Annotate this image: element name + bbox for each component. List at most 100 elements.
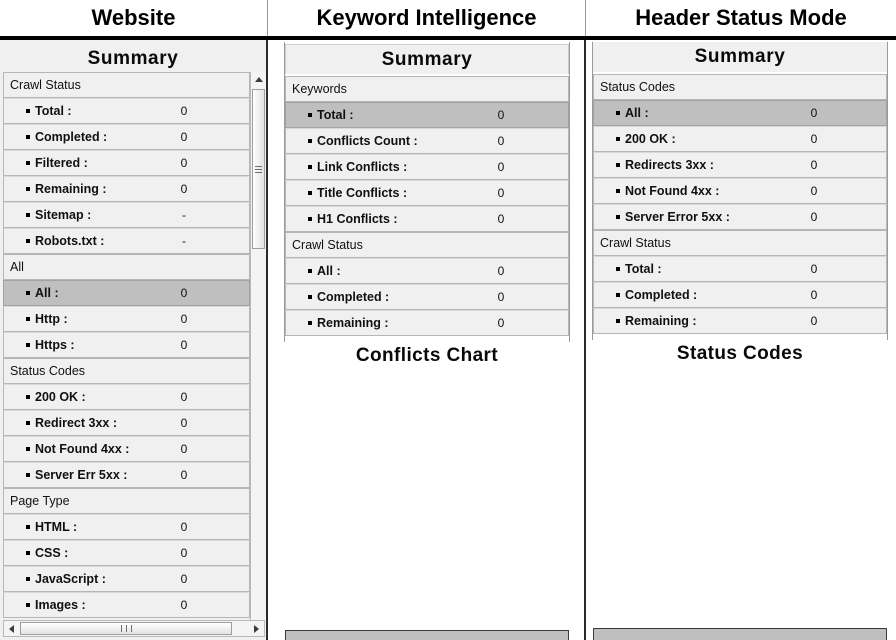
summary-item-row[interactable]: Https : 0 (3, 332, 250, 358)
summary-row-value: 0 (810, 314, 818, 328)
bullet-icon (308, 268, 312, 273)
summary-item-row[interactable]: Sitemap : - (3, 202, 250, 228)
summary-item-row[interactable]: Completed : 0 (3, 124, 250, 150)
summary-row-value: 0 (180, 338, 188, 352)
bullet-icon (616, 266, 620, 271)
summary-item-row[interactable]: Link Conflicts : 0 (285, 154, 569, 180)
summary-group-row[interactable]: Status Codes (3, 358, 250, 384)
summary-row-value: 0 (180, 104, 188, 118)
panel-title-strip: Website Keyword Intelligence Header Stat… (0, 0, 896, 40)
summary-item-row[interactable]: Total : 0 (285, 102, 569, 128)
summary-row-value: 0 (810, 106, 818, 120)
summary-item-row[interactable]: Server Error 5xx : 0 (593, 204, 887, 230)
summary-row-value: 0 (810, 184, 818, 198)
summary-item-row[interactable]: All : 0 (593, 100, 887, 126)
status-codes-chart-area[interactable]: No Data for Display (593, 628, 887, 640)
summary-row-value: 0 (180, 182, 188, 196)
summary-item-row[interactable]: Remaining : 0 (285, 310, 569, 336)
summary-row-label: Images : (4, 598, 86, 612)
divider (887, 42, 888, 340)
summary-row-label: Total : (4, 104, 72, 118)
summary-item-row[interactable]: Http : 0 (3, 306, 250, 332)
bullet-icon (308, 138, 312, 143)
website-horizontal-scrollbar[interactable] (3, 620, 265, 637)
summary-item-row[interactable]: 200 OK : 0 (593, 126, 887, 152)
bullet-icon (26, 602, 30, 607)
summary-row-label: CSS : (4, 546, 68, 560)
summary-row-label: Filtered : (4, 156, 88, 170)
bullet-icon (26, 212, 30, 217)
summary-row-label: 200 OK : (594, 132, 676, 146)
conflicts-chart-area[interactable]: No Data for Display (285, 630, 569, 640)
summary-group-row[interactable]: Crawl Status (593, 230, 887, 256)
summary-row-label: JavaScript : (4, 572, 106, 586)
summary-row-label: Link Conflicts : (286, 160, 407, 174)
summary-item-row[interactable]: Redirects 3xx : 0 (593, 152, 887, 178)
summary-row-label: Status Codes (600, 80, 676, 94)
summary-row-value: 0 (180, 312, 188, 326)
summary-item-row[interactable]: Filtered : 0 (3, 150, 250, 176)
summary-group-row[interactable]: Status Codes (593, 74, 887, 100)
summary-row-label: Not Found 4xx : (4, 442, 129, 456)
summary-row-label: Redirect 3xx : (4, 416, 117, 430)
summary-row-label: Remaining : (4, 182, 107, 196)
bullet-icon (26, 472, 30, 477)
bullet-icon (616, 136, 620, 141)
summary-item-row[interactable]: Remaining : 0 (593, 308, 887, 334)
bullet-icon (26, 160, 30, 165)
status-summary-heading: Summary (593, 42, 887, 72)
bullet-icon (26, 316, 30, 321)
summary-item-row[interactable]: Completed : 0 (593, 282, 887, 308)
scroll-left-button[interactable] (4, 621, 19, 636)
website-vertical-scrollbar[interactable] (250, 72, 266, 634)
summary-item-row[interactable]: Total : 0 (593, 256, 887, 282)
keyword-summary-heading: Summary (285, 44, 569, 74)
triangle-left-icon (9, 624, 14, 633)
summary-item-row[interactable]: Redirect 3xx : 0 (3, 410, 250, 436)
summary-item-row[interactable]: All : 0 (3, 280, 250, 306)
summary-item-row[interactable]: Title Conflicts : 0 (285, 180, 569, 206)
scroll-up-button[interactable] (251, 72, 266, 87)
summary-item-row[interactable]: Robots.txt : - (3, 228, 250, 254)
summary-item-row[interactable]: HTML : 0 (3, 514, 250, 540)
summary-dashboard: Website Keyword Intelligence Header Stat… (0, 0, 896, 640)
summary-item-row[interactable]: 200 OK : 0 (3, 384, 250, 410)
summary-item-row[interactable]: Completed : 0 (285, 284, 569, 310)
summary-group-row[interactable]: Page Type (3, 488, 250, 514)
summary-item-row[interactable]: Remaining : 0 (3, 176, 250, 202)
summary-row-label: Redirects 3xx : (594, 158, 714, 172)
summary-item-row[interactable]: Server Err 5xx : 0 (3, 462, 250, 488)
scroll-right-button[interactable] (249, 621, 264, 636)
summary-row-label: All : (286, 264, 341, 278)
summary-group-row[interactable]: All (3, 254, 250, 280)
summary-group-row[interactable]: Crawl Status (3, 72, 250, 98)
summary-item-row[interactable]: CSS : 0 (3, 540, 250, 566)
summary-item-row[interactable]: Not Found 4xx : 0 (593, 178, 887, 204)
summary-item-row[interactable]: Images : 0 (3, 592, 250, 618)
summary-row-value: 0 (180, 598, 188, 612)
horizontal-scroll-thumb[interactable] (20, 622, 232, 635)
grip-icon (119, 625, 134, 632)
summary-row-value: 0 (810, 210, 818, 224)
summary-item-row[interactable]: All : 0 (285, 258, 569, 284)
bullet-icon (26, 186, 30, 191)
bullet-icon (308, 190, 312, 195)
summary-group-row[interactable]: Crawl Status (285, 232, 569, 258)
summary-item-row[interactable]: H1 Conflicts : 0 (285, 206, 569, 232)
summary-item-row[interactable]: Not Found 4xx : 0 (3, 436, 250, 462)
summary-item-row[interactable]: Conflicts Count : 0 (285, 128, 569, 154)
summary-group-row[interactable]: Keywords (285, 76, 569, 102)
summary-row-label: Total : (286, 108, 354, 122)
summary-row-label: Completed : (4, 130, 107, 144)
summary-row-value: 0 (810, 132, 818, 146)
summary-row-value: 0 (497, 212, 505, 226)
summary-item-row[interactable]: JavaScript : 0 (3, 566, 250, 592)
vertical-scroll-thumb[interactable] (252, 89, 265, 249)
summary-row-value: 0 (497, 186, 505, 200)
triangle-up-icon (254, 77, 263, 82)
summary-row-value: 0 (180, 520, 188, 534)
summary-row-value: 0 (810, 288, 818, 302)
bullet-icon (308, 216, 312, 221)
bullet-icon (308, 164, 312, 169)
summary-item-row[interactable]: Total : 0 (3, 98, 250, 124)
